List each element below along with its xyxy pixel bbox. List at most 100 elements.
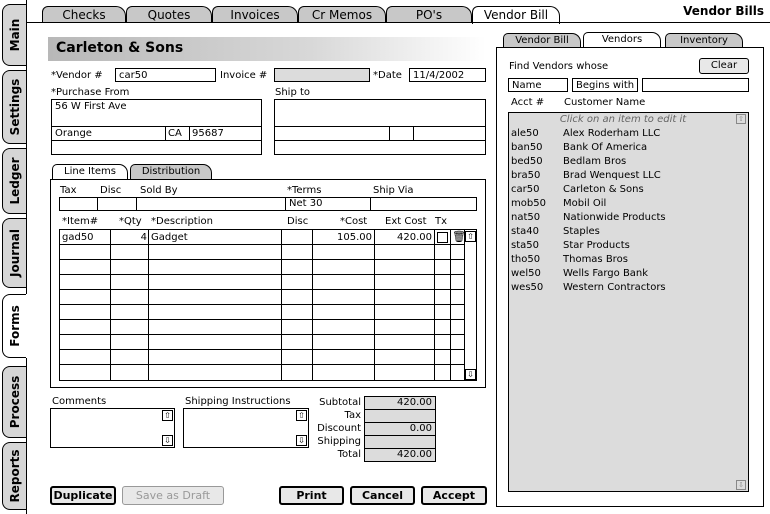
qty-cell[interactable]: 4 <box>112 232 147 243</box>
vendor-list-item[interactable]: nat50 Nationwide Products <box>511 212 741 226</box>
comments-textarea[interactable] <box>50 408 175 448</box>
vendor-list-item[interactable]: sta50 Star Products <box>511 240 741 254</box>
total-value: 420.00 <box>364 448 436 462</box>
scroll-up-arrow-icon[interactable]: ⇧ <box>162 410 173 421</box>
grid-row-line <box>59 319 464 320</box>
vendor-list-item[interactable]: car50 Carleton & Sons <box>511 184 741 198</box>
side-tab-settings[interactable]: Settings <box>2 70 26 144</box>
vendor-acct: sta40 <box>511 226 539 237</box>
discount-label: Discount <box>317 423 361 434</box>
invoice-label: Invoice # <box>220 70 268 81</box>
scroll-down-arrow-icon[interactable]: ⇩ <box>296 435 307 446</box>
tax-label: Tax <box>344 410 362 421</box>
vendor-acct: wes50 <box>511 282 544 293</box>
tab-checks[interactable]: Checks <box>42 6 126 23</box>
trash-icon[interactable]: 🗑 <box>452 230 466 243</box>
terms-header: *Terms <box>287 185 322 196</box>
tax-header: Tax <box>60 185 77 196</box>
vendor-list-item[interactable]: bra50 Brad Wenquest LLC <box>511 170 741 184</box>
tab-cr-memos[interactable]: Cr Memos <box>298 6 386 23</box>
vendor-name: Staples <box>563 226 600 237</box>
vendor-list-item[interactable]: tho50 Thomas Bros <box>511 254 741 268</box>
cost-cell[interactable]: 105.00 <box>314 232 372 243</box>
vendor-name: Carleton & Sons <box>563 184 644 195</box>
side-tab-main[interactable]: Main <box>2 4 26 66</box>
filter-operator-select[interactable]: Begins with <box>572 78 638 92</box>
tab-distribution[interactable]: Distribution <box>130 164 212 179</box>
vendor-list-item[interactable]: sta40 Staples <box>511 226 741 240</box>
side-tab-label: Process <box>7 375 22 429</box>
divider <box>413 126 414 140</box>
side-tab-process[interactable]: Process <box>2 366 26 438</box>
scroll-up-arrow-icon[interactable]: ⇧ <box>296 410 307 421</box>
scroll-up-arrow-icon[interactable]: ⇧ <box>736 114 746 124</box>
qty-header: *Qty <box>119 216 142 227</box>
discount-value[interactable]: 0.00 <box>364 422 436 436</box>
tax-checkbox[interactable] <box>437 232 448 243</box>
date-field[interactable]: 11/4/2002 <box>409 68 486 82</box>
vendor-list-item[interactable]: wel50 Wells Fargo Bank <box>511 268 741 282</box>
scroll-down-arrow-icon[interactable]: ⇩ <box>736 480 746 490</box>
vendor-acct: bed50 <box>511 156 543 167</box>
ship-to-box[interactable] <box>274 99 486 155</box>
vendor-list-item[interactable]: wes50 Western Contractors <box>511 282 741 296</box>
vendor-acct: sta50 <box>511 240 539 251</box>
invoice-number-field[interactable] <box>274 68 370 82</box>
save-as-draft-button[interactable]: Save as Draft <box>122 486 224 505</box>
tx-header: Tx <box>435 216 448 227</box>
divider <box>110 229 111 381</box>
side-tab-label: Journal <box>7 229 22 277</box>
tab-quotes[interactable]: Quotes <box>126 6 212 23</box>
app-window: Main Settings Ledger Journal Forms Proce… <box>0 0 770 514</box>
vendor-list-item[interactable]: mob50 Mobil Oil <box>511 198 741 212</box>
side-tab-ledger[interactable]: Ledger <box>2 148 26 214</box>
state-field[interactable]: CA <box>168 128 182 139</box>
accept-button[interactable]: Accept <box>421 486 487 505</box>
filter-field-select[interactable]: Name <box>508 78 568 92</box>
tab-invoices[interactable]: Invoices <box>212 6 298 23</box>
total-label: Total <box>337 449 361 460</box>
scroll-down-arrow-icon[interactable]: ⇩ <box>465 369 476 380</box>
description-cell[interactable]: Gadget <box>151 232 188 243</box>
filter-value-input[interactable] <box>642 78 749 92</box>
vendor-number-field[interactable]: car50 <box>115 68 216 82</box>
shipping-instructions-label: Shipping Instructions <box>185 396 291 407</box>
right-tab-vendors[interactable]: Vendors <box>583 32 661 48</box>
side-tab-label: Ledger <box>7 157 22 205</box>
shipping-instructions-textarea[interactable] <box>183 408 309 448</box>
address-line1[interactable]: 56 W First Ave <box>55 101 127 112</box>
vendor-name: Thomas Bros <box>563 254 628 265</box>
cancel-button[interactable]: Cancel <box>350 486 415 505</box>
tab-pos[interactable]: PO's <box>386 6 472 23</box>
vendor-name: Carleton & Sons <box>56 40 184 56</box>
right-tab-vendor-bill[interactable]: Vendor Bill <box>503 33 581 48</box>
acct-column-header: Acct # <box>511 97 545 108</box>
item-cell[interactable]: gad50 <box>62 232 94 243</box>
city-field[interactable]: Orange <box>55 128 92 139</box>
shipping-value[interactable] <box>364 435 436 449</box>
vendor-list-item[interactable]: bed50 Bedlam Bros <box>511 156 741 170</box>
vendor-acct: car50 <box>511 184 540 195</box>
zip-field[interactable]: 95687 <box>192 128 224 139</box>
scroll-down-arrow-icon[interactable]: ⇩ <box>162 435 173 446</box>
divider <box>274 126 486 127</box>
right-tab-inventory[interactable]: Inventory <box>665 33 743 48</box>
duplicate-button[interactable]: Duplicate <box>50 486 116 505</box>
side-tab-journal[interactable]: Journal <box>2 218 26 288</box>
scroll-up-arrow-icon[interactable]: ⇧ <box>465 231 476 242</box>
comments-label: Comments <box>52 396 107 407</box>
clear-button[interactable]: Clear <box>699 58 749 74</box>
vendor-list-item[interactable]: ban50 Bank Of America <box>511 142 741 156</box>
divider <box>165 126 166 140</box>
vendor-acct: wel50 <box>511 268 541 279</box>
vendor-list-item[interactable]: ale50 Alex Roderham LLC <box>511 128 741 142</box>
side-tab-forms[interactable]: Forms <box>2 294 26 358</box>
grid-border <box>59 229 477 381</box>
side-tab-reports[interactable]: Reports <box>2 442 26 510</box>
tab-line-items[interactable]: Line Items <box>52 164 128 179</box>
terms-field[interactable]: Net 30 <box>289 198 322 209</box>
tax-value <box>364 409 436 423</box>
vendor-name-bar: Carleton & Sons <box>48 37 486 61</box>
print-button[interactable]: Print <box>279 486 344 505</box>
divider <box>274 140 486 141</box>
